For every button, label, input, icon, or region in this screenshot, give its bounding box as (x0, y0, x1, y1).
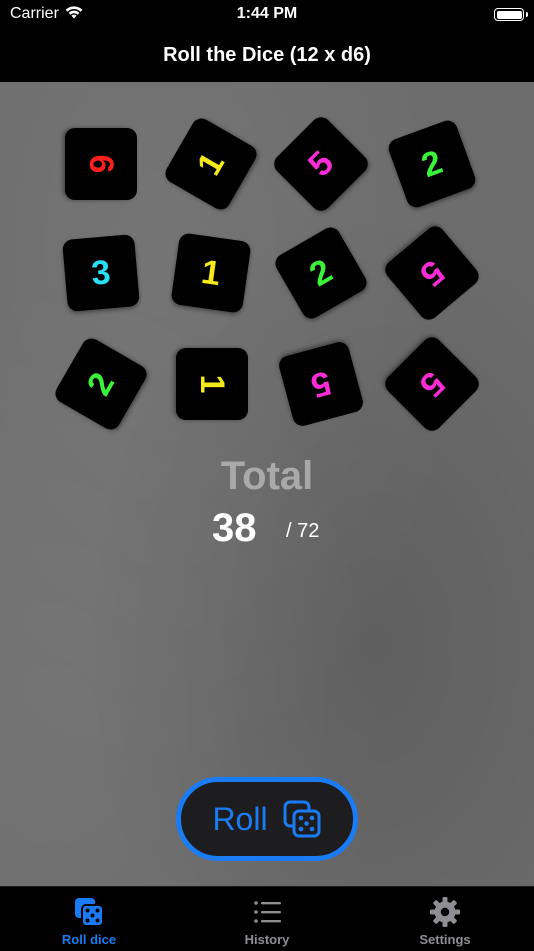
die-face: 3 (89, 252, 113, 293)
roll-button[interactable]: Roll (176, 777, 358, 861)
die-6: 1 (170, 232, 252, 314)
roll-button-label: Roll (212, 800, 268, 837)
die-face: 5 (412, 364, 453, 405)
die-face: 5 (300, 143, 341, 184)
clock: 1:44 PM (236, 5, 298, 22)
die-5: 3 (61, 233, 141, 313)
navigation-bar: Roll the Dice (12 x d6) (0, 30, 534, 82)
tab-label: Roll dice (61, 932, 117, 947)
page-title: Roll the Dice (12 x d6) (163, 44, 371, 66)
status-bar: Carrier 1:44 PM (0, 0, 534, 30)
die-face: 1 (189, 146, 232, 182)
die-face: 1 (199, 252, 224, 293)
die-face: 2 (303, 251, 339, 294)
die-10: 1 (176, 348, 248, 420)
dice-table: 6 1 5 2 3 1 2 5 2 1 5 5 Total 38 / 72 Ro… (0, 82, 534, 886)
die-face: 5 (412, 252, 452, 295)
die-8: 5 (381, 222, 483, 324)
list-icon (254, 901, 281, 923)
die-face: 2 (416, 142, 448, 185)
die-2: 1 (161, 114, 261, 214)
die-12: 5 (381, 333, 483, 435)
total-value: 38 (212, 506, 257, 550)
die-face: 1 (193, 374, 232, 394)
die-face: 5 (307, 363, 336, 406)
die-7: 2 (271, 223, 371, 323)
tab-label: History (244, 932, 290, 947)
die-face: 2 (79, 366, 122, 402)
total-label: Total (220, 454, 314, 498)
die-1: 6 (65, 128, 137, 200)
die-3: 5 (270, 113, 372, 215)
gear-icon (430, 897, 460, 927)
tab-settings[interactable]: Settings (356, 887, 534, 951)
tab-label: Settings (419, 932, 471, 947)
dice-icon (283, 800, 321, 838)
die-9: 2 (51, 334, 151, 434)
die-11: 5 (276, 339, 366, 429)
tab-roll-dice[interactable]: Roll dice (0, 887, 178, 951)
die-face: 6 (82, 154, 121, 174)
dice-icon (75, 898, 104, 927)
tab-bar: Roll dice History Settings (0, 886, 534, 951)
tab-history[interactable]: History (178, 887, 356, 951)
die-4: 2 (385, 117, 479, 211)
total-max: / 72 (286, 520, 320, 542)
battery-icon (494, 8, 528, 21)
